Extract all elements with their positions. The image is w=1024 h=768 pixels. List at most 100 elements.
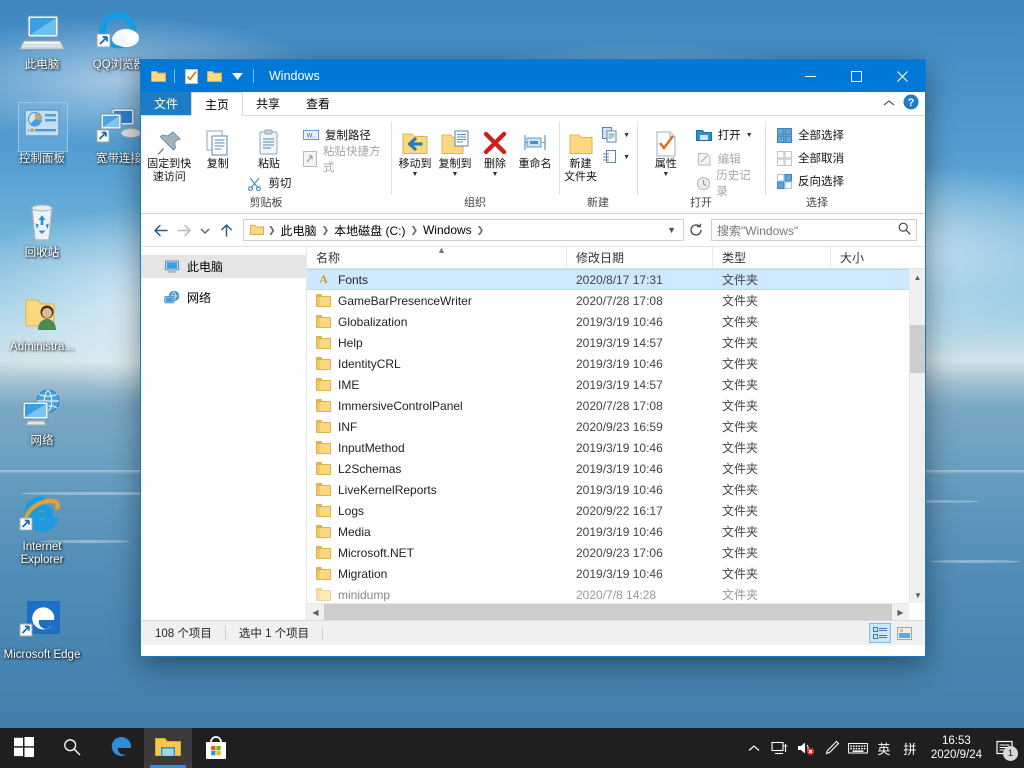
ribbon[interactable]: 固定到快 速访问 复制 粘贴 剪切 W.. 复制路径 粘贴快捷方式 剪贴板 移动… xyxy=(141,116,925,214)
table-row[interactable]: INF 2020/9/23 16:59 文件夹 xyxy=(307,416,925,437)
large-icons-view-icon[interactable] xyxy=(893,623,915,643)
vertical-scrollbar[interactable]: ▲ ▼ xyxy=(909,269,925,603)
column-header-size[interactable]: 大小 xyxy=(831,247,911,269)
chevron-down-icon[interactable]: ▼ xyxy=(623,132,630,139)
volume-muted-icon[interactable] xyxy=(793,728,819,768)
refresh-button[interactable] xyxy=(686,219,706,241)
table-row[interactable]: Globalization 2019/3/19 10:46 文件夹 xyxy=(307,311,925,332)
chevron-down-icon[interactable]: ▼ xyxy=(452,171,459,178)
file-rows[interactable]: A Fonts 2020/8/17 17:31 文件夹 GameBarPrese… xyxy=(307,269,925,620)
paste-shortcut-button[interactable]: 粘贴快捷方式 xyxy=(300,146,387,174)
start-button[interactable] xyxy=(0,728,48,768)
view-buttons[interactable] xyxy=(869,623,925,643)
scroll-right-icon[interactable]: ▶ xyxy=(892,608,909,617)
back-button[interactable] xyxy=(149,219,171,241)
chevron-down-icon[interactable]: ▼ xyxy=(667,225,679,235)
pen-icon[interactable] xyxy=(819,728,845,768)
open-button[interactable]: 打开 ▼ xyxy=(693,125,761,145)
breadcrumb-item-this-pc[interactable]: 此电脑 xyxy=(278,222,320,239)
column-header-date[interactable]: 修改日期 xyxy=(567,246,713,269)
chevron-down-icon[interactable]: ▼ xyxy=(662,171,669,178)
table-row[interactable]: L2Schemas 2019/3/19 10:46 文件夹 xyxy=(307,458,925,479)
new-item-button[interactable]: ▼ xyxy=(598,125,633,145)
nav-item-this-pc[interactable]: 此电脑 xyxy=(141,255,306,278)
chevron-down-icon[interactable]: ▼ xyxy=(746,132,753,139)
up-button[interactable] xyxy=(215,219,237,241)
help-icon[interactable]: ? xyxy=(903,94,919,113)
copy-to-button[interactable]: 复制到 ▼ xyxy=(435,121,475,178)
quick-access-toolbar[interactable] xyxy=(141,66,257,86)
column-header-type[interactable]: 类型 xyxy=(713,246,831,269)
breadcrumb-item-local-disk[interactable]: 本地磁盘 (C:) xyxy=(331,222,408,239)
notification-center-button[interactable]: 1 xyxy=(990,728,1020,768)
ribbon-tabs[interactable]: 文件 主页 共享 查看 ? xyxy=(141,92,925,116)
search-input[interactable]: 搜索"Windows" xyxy=(711,219,917,241)
desktop-icon-administrator[interactable]: Administra... xyxy=(3,290,81,354)
recent-locations-button[interactable] xyxy=(197,219,213,241)
table-row[interactable]: minidump 2020/7/8 14:28 文件夹 xyxy=(307,584,925,605)
table-row[interactable]: LiveKernelReports 2019/3/19 10:46 文件夹 xyxy=(307,479,925,500)
table-row[interactable]: IdentityCRL 2019/3/19 10:46 文件夹 xyxy=(307,353,925,374)
scroll-up-icon[interactable]: ▲ xyxy=(910,269,925,285)
table-row[interactable]: Migration 2019/3/19 10:46 文件夹 xyxy=(307,563,925,584)
table-row[interactable]: GameBarPresenceWriter 2020/7/28 17:08 文件… xyxy=(307,290,925,311)
tab-view[interactable]: 查看 xyxy=(293,92,343,115)
scroll-left-icon[interactable]: ◀ xyxy=(307,608,324,617)
chevron-up-icon[interactable] xyxy=(883,97,895,111)
pin-to-quick-access-button[interactable]: 固定到快 速访问 xyxy=(145,121,193,184)
address-bar[interactable]: ❯ 此电脑 ❯ 本地磁盘 (C:) ❯ Windows ❯ ▼ 搜索"Windo… xyxy=(141,214,925,246)
navigation-pane[interactable]: 此电脑 网络 xyxy=(141,247,307,620)
file-explorer-button[interactable] xyxy=(144,728,192,768)
horizontal-scrollbar[interactable]: ◀ ▶ xyxy=(307,603,909,620)
desktop-icon-this-pc[interactable]: 此电脑 xyxy=(3,8,81,72)
select-all-button[interactable]: 全部选择 xyxy=(773,125,847,145)
file-list-area[interactable]: ▲ 名称 修改日期 类型 大小 A Fonts 2020/8/17 17:31 … xyxy=(307,245,925,620)
table-row[interactable]: A Fonts 2020/8/17 17:31 文件夹 xyxy=(307,269,925,290)
properties-button[interactable]: 属性 ▼ xyxy=(641,121,691,178)
new-folder-button[interactable]: 新建 文件夹 xyxy=(563,121,598,184)
window-controls[interactable] xyxy=(787,60,925,92)
tab-file[interactable]: 文件 xyxy=(141,92,192,115)
select-none-button[interactable]: 全部取消 xyxy=(773,148,847,168)
horizontal-scroll-thumb[interactable] xyxy=(324,603,892,620)
easy-access-button[interactable]: ▼ xyxy=(598,147,633,167)
tab-home[interactable]: 主页 xyxy=(191,92,244,116)
store-button[interactable] xyxy=(192,728,240,768)
show-hidden-icons-button[interactable] xyxy=(741,728,767,768)
table-row[interactable]: IME 2019/3/19 14:57 文件夹 xyxy=(307,374,925,395)
copy-path-button[interactable]: W.. 复制路径 xyxy=(300,125,387,145)
search-icon[interactable] xyxy=(898,222,911,238)
desktop-icon-network[interactable]: 网络 xyxy=(3,384,81,448)
new-folder-icon[interactable] xyxy=(204,66,224,86)
file-explorer-window[interactable]: Windows 文件 主页 共享 查看 ? 固定到快 速访问 复制 粘贴 剪切 … xyxy=(141,60,925,656)
taskbar[interactable]: 英 拼 16:53 2020/9/24 1 xyxy=(0,728,1024,768)
chevron-down-icon[interactable]: ▼ xyxy=(492,171,499,178)
tab-share[interactable]: 共享 xyxy=(243,92,293,115)
desktop-icon-recycle-bin[interactable]: 回收站 xyxy=(3,196,81,260)
invert-selection-button[interactable]: 反向选择 xyxy=(773,171,847,191)
table-row[interactable]: Media 2019/3/19 10:46 文件夹 xyxy=(307,521,925,542)
chevron-down-icon[interactable]: ▼ xyxy=(412,171,419,178)
desktop-icon-control-panel[interactable]: 控制面板 xyxy=(3,102,81,166)
table-row[interactable]: InputMethod 2019/3/19 10:46 文件夹 xyxy=(307,437,925,458)
forward-button[interactable] xyxy=(173,219,195,241)
table-row[interactable]: Microsoft.NET 2020/9/23 17:06 文件夹 xyxy=(307,542,925,563)
title-bar[interactable]: Windows xyxy=(141,60,925,92)
nav-item-network[interactable]: 网络 xyxy=(141,286,306,309)
table-row[interactable]: Help 2019/3/19 14:57 文件夹 xyxy=(307,332,925,353)
properties-icon[interactable] xyxy=(181,66,201,86)
ime-pinyin-icon[interactable]: 拼 xyxy=(897,728,923,768)
ime-mode-icon[interactable]: 英 xyxy=(871,728,897,768)
chevron-down-icon[interactable] xyxy=(227,66,247,86)
history-button[interactable]: 历史记录 xyxy=(693,170,761,198)
system-tray[interactable]: 英 拼 16:53 2020/9/24 1 xyxy=(741,728,1024,768)
search-button[interactable] xyxy=(48,728,96,768)
clock[interactable]: 16:53 2020/9/24 xyxy=(923,734,990,762)
folder-icon[interactable] xyxy=(148,66,168,86)
minimize-button[interactable] xyxy=(787,60,833,92)
cut-button[interactable]: 剪切 xyxy=(242,173,296,193)
desktop-icon-microsoft-edge[interactable]: Microsoft Edge xyxy=(3,598,81,662)
breadcrumb-item-windows[interactable]: Windows xyxy=(420,223,475,237)
table-row[interactable]: ImmersiveControlPanel 2020/7/28 17:08 文件… xyxy=(307,395,925,416)
edit-button[interactable]: 编辑 xyxy=(693,149,761,169)
